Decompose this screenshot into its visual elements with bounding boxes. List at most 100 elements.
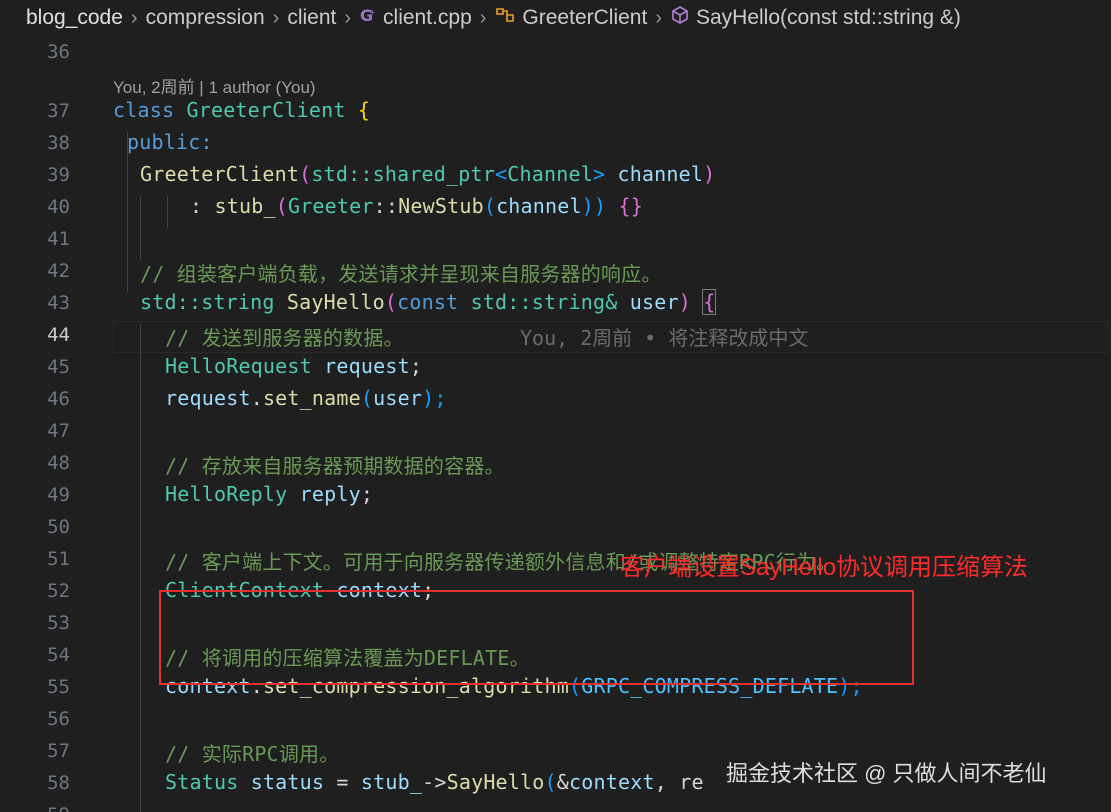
- line-number: 47: [47, 420, 70, 442]
- code-text: request.set_name(user);: [165, 386, 447, 410]
- function-name: set_name: [262, 386, 361, 410]
- bracket: (: [299, 162, 312, 186]
- line-number: 48: [47, 452, 70, 474]
- line-number: 51: [47, 548, 70, 570]
- line-number: 36: [47, 41, 70, 63]
- code-text: : stub_(Greeter::NewStub(channel)) {}: [190, 194, 643, 218]
- code-editor[interactable]: You, 2周前 | 1 author (You) 36 37 38 39 40…: [0, 36, 1111, 812]
- type-name: Greeter: [287, 194, 374, 218]
- code-text: Status status = stub_->SayHello(&context…: [165, 770, 704, 794]
- bracket: (: [275, 194, 288, 218]
- variable: request: [324, 354, 410, 378]
- punctuation: .: [250, 386, 263, 410]
- code-text: GreeterClient(std::shared_ptr<Channel> c…: [140, 162, 715, 186]
- code-text: HelloRequest request;: [165, 354, 422, 378]
- bracket: (: [544, 770, 557, 794]
- chevron-right-icon: ›: [479, 6, 487, 29]
- cpp-file-icon: G +: [359, 6, 377, 30]
- class-icon: [494, 5, 516, 31]
- code-line: 36: [0, 36, 1111, 68]
- punctuation: ::: [373, 194, 399, 218]
- line-number: 59: [0, 804, 70, 812]
- punctuation: , re: [654, 770, 704, 794]
- chevron-right-icon: ›: [272, 6, 280, 29]
- bracket: {: [357, 98, 371, 122]
- type-name: Status: [165, 770, 239, 794]
- bracket: <: [495, 162, 508, 186]
- line-number: 37: [47, 100, 70, 122]
- comment: // 存放来自服务器预期数据的容器。: [165, 454, 505, 478]
- punctuation: =: [324, 770, 361, 794]
- line-number: 43: [47, 292, 70, 314]
- keyword: class: [113, 98, 175, 122]
- breadcrumb-item-greeter-client[interactable]: GreeterClient: [522, 6, 647, 30]
- class-name: GreeterClient: [186, 98, 346, 122]
- bracket: ): [703, 162, 716, 186]
- type-name: std::string: [140, 290, 275, 314]
- breadcrumb-item-compression[interactable]: compression: [146, 6, 265, 30]
- line-number: 46: [47, 388, 70, 410]
- chevron-right-icon: ›: [655, 6, 662, 29]
- chevron-right-icon: ›: [130, 6, 138, 29]
- line-number: 57: [47, 740, 70, 762]
- line-number: 52: [47, 580, 70, 602]
- bracket: (: [483, 194, 497, 218]
- punctuation: ->: [422, 770, 447, 794]
- comment: // 发送到服务器的数据。: [165, 326, 404, 350]
- code-line: 56: [0, 703, 1111, 735]
- breadcrumb-item-blog-code[interactable]: blog_code: [26, 6, 123, 30]
- function-name: GreeterClient: [140, 162, 300, 186]
- breadcrumb-item-say-hello[interactable]: SayHello(const std::string &): [696, 6, 961, 30]
- watermark: 掘金技术社区 @ 只做人间不老仙: [726, 761, 1047, 786]
- line-number: 42: [47, 260, 70, 282]
- type-name: std::string&: [470, 290, 618, 314]
- type-name: HelloRequest: [165, 354, 312, 378]
- line-number-active: 44: [47, 324, 70, 346]
- punctuation: &: [556, 770, 570, 794]
- codelens-author[interactable]: You, 2周前 | 1 author (You): [113, 73, 316, 97]
- line-number: 39: [47, 164, 70, 186]
- function-name: SayHello: [286, 290, 385, 314]
- punctuation: ;: [360, 482, 374, 506]
- line-number: 38: [47, 132, 70, 154]
- variable: stub_: [360, 770, 423, 794]
- comment: // 实际RPC调用。: [165, 742, 340, 766]
- line-number: 56: [47, 708, 70, 730]
- variable: channel: [496, 194, 582, 218]
- type-name: Channel: [507, 162, 593, 186]
- comment: // 组装客户端负载，发送请求并呈现来自服务器的响应。: [140, 262, 662, 286]
- variable: channel: [617, 162, 704, 186]
- variable: user: [629, 290, 679, 314]
- function-name: stub_: [214, 194, 276, 218]
- code-text: // 发送到服务器的数据。: [165, 322, 404, 351]
- bracket: >: [592, 162, 606, 186]
- function-name: SayHello: [446, 770, 545, 794]
- annotation-label: 客户端设置SayHello协议调用压缩算法: [620, 554, 1029, 581]
- chevron-right-icon: ›: [344, 6, 352, 29]
- bracket: );: [422, 386, 447, 410]
- variable: context: [569, 770, 655, 794]
- line-number: 49: [47, 484, 70, 506]
- line-number: 58: [47, 772, 70, 794]
- line-number: 45: [47, 356, 70, 378]
- bracket: )): [581, 194, 607, 218]
- svg-text:+: +: [369, 8, 376, 17]
- breadcrumb-item-client-cpp[interactable]: client.cpp: [383, 6, 472, 30]
- breadcrumb-item-client[interactable]: client: [287, 6, 336, 30]
- line-number: 53: [47, 612, 70, 634]
- bracket-match: {: [702, 289, 717, 315]
- code-line: 50: [0, 511, 1111, 543]
- code-line: 41: [0, 223, 1111, 255]
- type-name: std::shared_ptr: [311, 162, 496, 186]
- code-text: std::string SayHello(const std::string& …: [140, 289, 717, 315]
- code-text: class GreeterClient {: [113, 98, 370, 122]
- variable: request: [165, 386, 251, 410]
- code-text: // 实际RPC调用。: [165, 738, 339, 767]
- variable: user: [373, 386, 423, 410]
- punctuation: :: [190, 194, 215, 218]
- line-number: 54: [47, 644, 70, 666]
- breadcrumb: blog_code › compression › client › G + cl…: [0, 0, 1111, 36]
- bracket: (: [360, 386, 374, 410]
- bracket: (: [384, 290, 398, 314]
- variable: reply: [299, 482, 361, 506]
